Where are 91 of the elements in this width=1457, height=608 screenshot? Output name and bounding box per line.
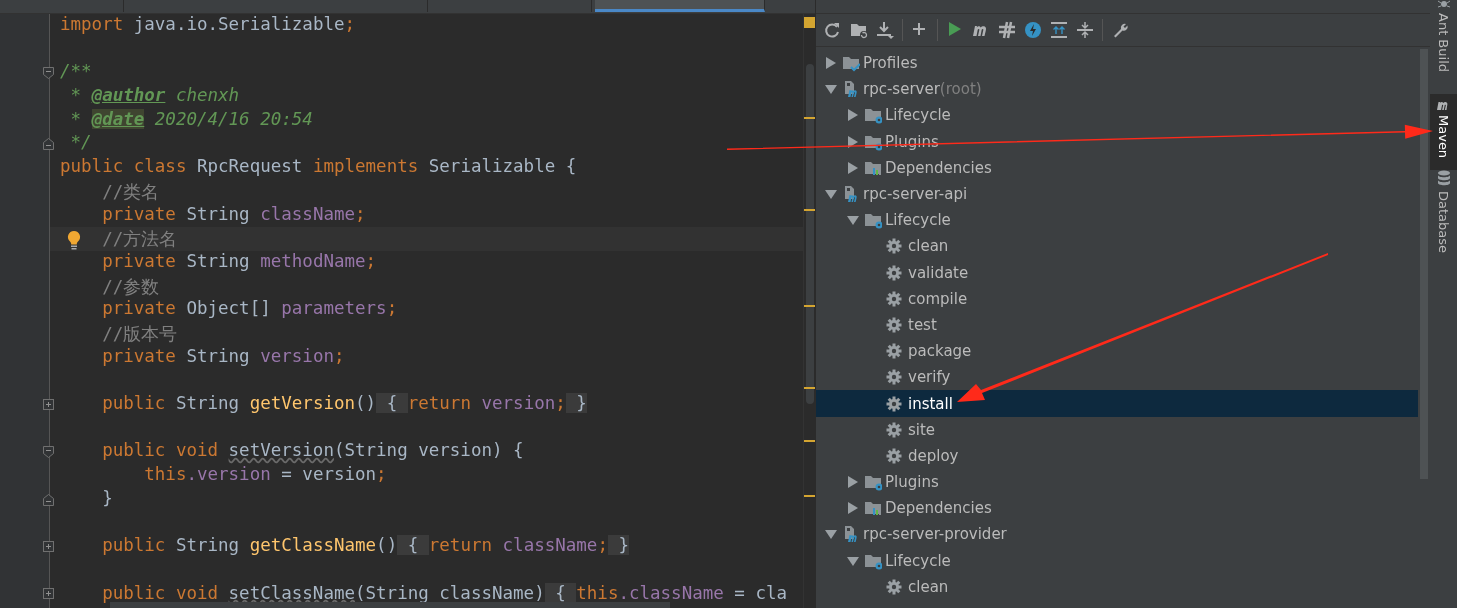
expand-fold-icon[interactable] — [43, 540, 54, 553]
tree-item[interactable]: clean — [816, 233, 1418, 260]
code-line: //类名 — [102, 181, 160, 202]
horizontal-scrollbar[interactable] — [110, 602, 670, 608]
collapse-arrow-icon[interactable] — [825, 83, 837, 96]
folder-gear-icon — [864, 211, 882, 230]
folder-refresh-icon[interactable] — [850, 21, 868, 39]
tree-item[interactable]: verify — [816, 364, 1418, 391]
tree-item[interactable]: Dependencies — [816, 495, 1418, 522]
tree-item[interactable]: rpc-server(root) — [816, 76, 1418, 103]
code-line: private String version; — [102, 345, 345, 366]
folder-gear-icon — [864, 106, 882, 125]
lightbulb-icon[interactable] — [66, 230, 82, 251]
tool-window-tab[interactable]: Ant Build — [1430, 0, 1457, 84]
tree-item[interactable]: install — [816, 390, 1418, 417]
code-line: public String getClassName() { return className; } — [102, 535, 629, 556]
tree-item[interactable]: test — [816, 311, 1418, 339]
tree-item[interactable]: package — [816, 338, 1418, 365]
expand-all-icon[interactable] — [1050, 21, 1068, 39]
editor-tab[interactable] — [595, 0, 765, 12]
collapse-fold-icon[interactable] — [43, 493, 54, 506]
tool-window-tab[interactable]: Maven — [1430, 94, 1457, 171]
tree-item[interactable]: Lifecycle — [816, 547, 1418, 574]
expand-fold-icon[interactable] — [43, 398, 54, 411]
expand-arrow-icon[interactable] — [825, 57, 837, 70]
tree-item[interactable]: Plugins — [816, 469, 1418, 496]
code-line: import java.io.Serializable; — [60, 14, 356, 34]
code-line: public String getVersion() { return version; } — [102, 393, 587, 413]
gear-icon — [886, 578, 902, 595]
code-line: //版本号 — [102, 323, 178, 344]
code-line: private String methodName; — [102, 250, 377, 271]
code-line: private String className; — [102, 203, 366, 224]
tree-item[interactable]: rpc-server-api — [816, 180, 1418, 208]
gear-icon — [886, 238, 902, 255]
gear-icon — [886, 316, 902, 333]
collapse-fold-icon[interactable] — [43, 446, 54, 459]
tree-item[interactable]: validate — [816, 259, 1418, 286]
code-line: * @author chenxh — [69, 85, 240, 106]
gear-icon — [886, 421, 902, 438]
expand-fold-icon[interactable] — [43, 588, 54, 601]
database-icon — [1436, 170, 1451, 187]
code-line: //方法名 — [102, 229, 178, 250]
code-line: private Object[] parameters; — [102, 298, 398, 319]
gear-icon — [886, 264, 902, 281]
code-line: } — [102, 487, 113, 508]
tree-item[interactable]: Dependencies — [816, 154, 1418, 181]
expand-arrow-icon[interactable] — [847, 502, 859, 515]
gear-icon — [886, 290, 902, 307]
collapse-fold-icon[interactable] — [43, 138, 54, 151]
folder-check-icon — [842, 54, 860, 73]
scrollbar-thumb[interactable] — [806, 64, 814, 404]
tree-item[interactable]: compile — [816, 285, 1418, 312]
gear-icon — [886, 395, 902, 412]
tool-window-tab[interactable]: Database — [1430, 170, 1457, 266]
collapse-arrow-icon[interactable] — [825, 528, 837, 541]
code-line: this.version = version; — [144, 464, 387, 485]
collapse-arrow-icon[interactable] — [847, 214, 859, 227]
ant-icon — [1436, 0, 1451, 8]
folder-chart-icon — [864, 499, 882, 518]
tree-item[interactable]: Profiles — [816, 50, 1418, 77]
tree-item[interactable]: clean — [816, 573, 1418, 600]
tree-item[interactable]: deploy — [816, 442, 1418, 469]
expand-arrow-icon[interactable] — [847, 476, 859, 489]
collapse-all-icon[interactable] — [1076, 21, 1094, 39]
folder-gear-icon — [864, 473, 882, 492]
code-line: */ — [69, 132, 92, 153]
download-icon[interactable] — [876, 21, 894, 39]
code-line: /** — [60, 61, 92, 82]
refresh-icon[interactable] — [824, 21, 842, 39]
code-line: * @date 2020/4/16 20:54 — [69, 108, 313, 129]
maven-module-icon — [842, 80, 860, 99]
scrollbar-thumb[interactable] — [1420, 49, 1428, 479]
tree-item[interactable]: Lifecycle — [816, 207, 1418, 234]
code-line: public void setClassName(String className) { this.className = cla — [102, 582, 787, 603]
tree-item[interactable]: site — [816, 416, 1418, 443]
code-line: //参数 — [102, 276, 160, 297]
lightning-icon[interactable] — [1024, 21, 1042, 39]
collapse-arrow-icon[interactable] — [847, 554, 859, 567]
tree-item[interactable]: Lifecycle — [816, 102, 1418, 129]
code-line: public void setVersion(String version) { — [102, 440, 524, 461]
gear-icon — [886, 343, 902, 360]
gear-icon — [886, 447, 902, 464]
tree-item[interactable]: rpc-server-provider — [816, 521, 1418, 548]
maven-module-icon — [842, 185, 860, 204]
expand-arrow-icon[interactable] — [847, 109, 859, 122]
gear-icon — [886, 369, 902, 386]
collapse-fold-icon[interactable] — [43, 67, 54, 80]
maven-module-icon — [842, 525, 860, 544]
expand-arrow-icon[interactable] — [847, 161, 859, 174]
collapse-arrow-icon[interactable] — [825, 188, 837, 201]
code-line: public class RpcRequest implements Serializable { — [60, 156, 577, 177]
